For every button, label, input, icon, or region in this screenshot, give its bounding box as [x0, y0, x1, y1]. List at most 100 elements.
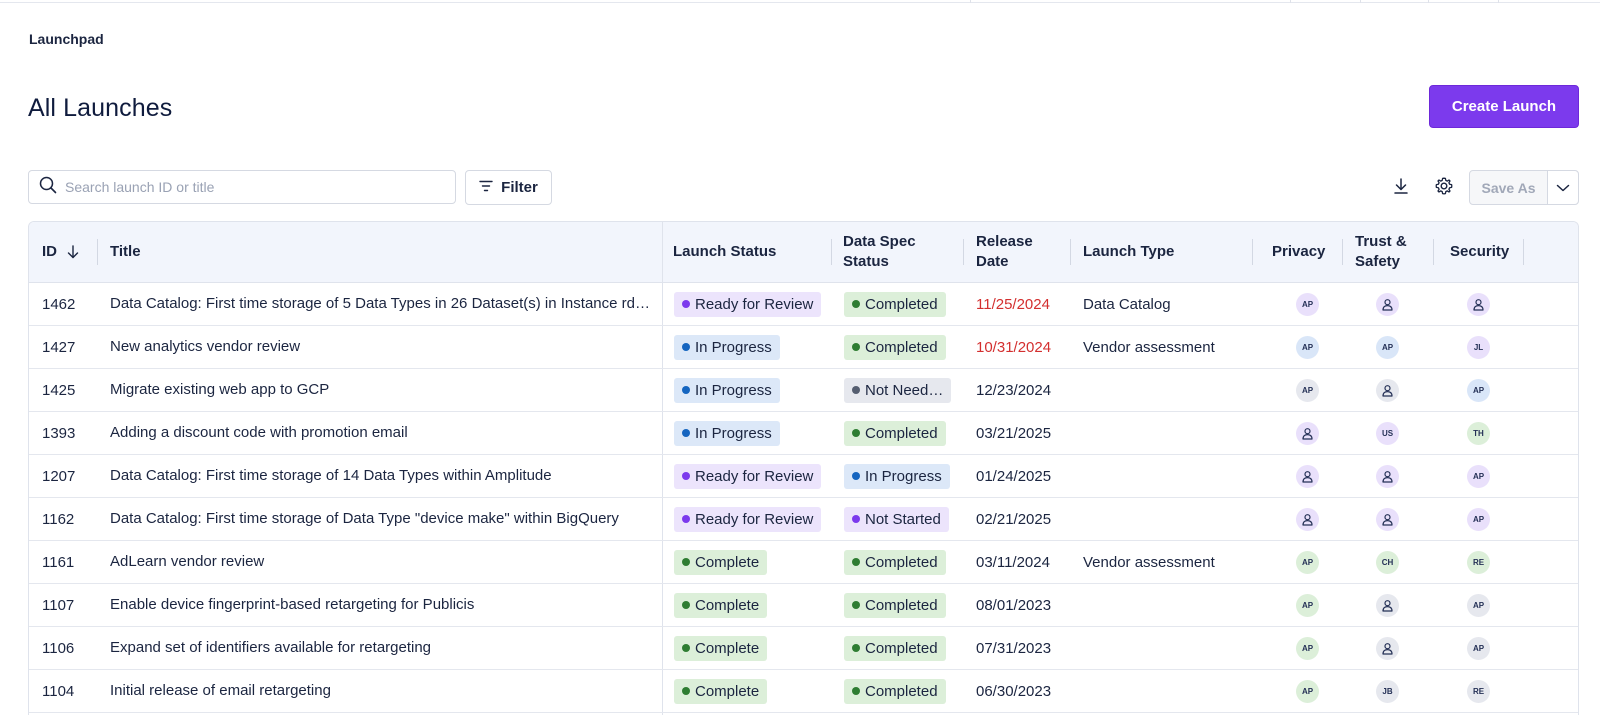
launch-id[interactable]: 1161: [42, 541, 74, 583]
launch-status-badge[interactable]: Complete: [674, 678, 768, 704]
launch-status-badge[interactable]: Complete: [674, 549, 768, 575]
release-date: 10/31/2024: [976, 338, 1052, 356]
search-box[interactable]: [28, 170, 456, 204]
column-header-trust-safety[interactable]: Trust & Safety: [1355, 222, 1407, 282]
privacy-reviewer-avatar[interactable]: AP: [1296, 293, 1319, 316]
privacy-reviewer-avatar[interactable]: AP: [1296, 637, 1319, 660]
data-spec-status-badge[interactable]: In Progress: [844, 463, 950, 489]
trust-safety-reviewer-avatar[interactable]: US: [1376, 422, 1399, 445]
launch-id[interactable]: 1104: [42, 670, 74, 712]
filter-button[interactable]: Filter: [465, 170, 552, 205]
launch-id[interactable]: 1207: [42, 455, 75, 497]
launch-status-badge[interactable]: In Progress: [674, 420, 780, 446]
launch-title[interactable]: Data Catalog: First time storage of 5 Da…: [110, 283, 650, 325]
security-reviewer-avatar[interactable]: RE: [1467, 680, 1490, 703]
table-row[interactable]: 1162 Data Catalog: First time storage of …: [29, 498, 1578, 541]
launch-title[interactable]: Expand set of identifiers available for …: [110, 627, 650, 669]
security-reviewer-avatar[interactable]: AP: [1467, 465, 1490, 488]
security-reviewer-avatar[interactable]: AP: [1467, 637, 1490, 660]
launch-title[interactable]: Adding a discount code with promotion em…: [110, 412, 650, 454]
table-row[interactable]: 1462 Data Catalog: First time storage of …: [29, 283, 1578, 326]
trust-safety-reviewer-avatar[interactable]: [1376, 379, 1399, 402]
trust-safety-reviewer-avatar[interactable]: AP: [1376, 336, 1399, 359]
data-spec-status-badge[interactable]: Completed: [844, 635, 946, 661]
launch-status-badge[interactable]: Ready for Review: [674, 506, 822, 532]
launch-title[interactable]: Data Catalog: First time storage of Data…: [110, 498, 650, 540]
column-header-release-date[interactable]: Release Date: [976, 222, 1033, 282]
data-spec-status-badge[interactable]: Not Need…: [844, 377, 952, 403]
security-reviewer-avatar[interactable]: RE: [1467, 551, 1490, 574]
table-row[interactable]: 1207 Data Catalog: First time storage of …: [29, 455, 1578, 498]
privacy-reviewer-avatar[interactable]: AP: [1296, 379, 1319, 402]
launch-status-badge[interactable]: In Progress: [674, 334, 780, 360]
download-button[interactable]: [1387, 174, 1415, 202]
column-header-data-spec-status[interactable]: Data Spec Status: [843, 222, 916, 282]
launch-id[interactable]: 1393: [42, 412, 75, 454]
launch-status-badge[interactable]: Complete: [674, 635, 768, 661]
trust-safety-reviewer-avatar[interactable]: [1376, 594, 1399, 617]
data-spec-status-badge[interactable]: Completed: [844, 334, 946, 360]
table-row[interactable]: 1106 Expand set of identifiers available …: [29, 627, 1578, 670]
data-spec-status-badge[interactable]: Not Started: [844, 506, 949, 532]
security-reviewer-avatar[interactable]: AP: [1467, 379, 1490, 402]
column-header-title[interactable]: Title: [110, 222, 141, 282]
security-reviewer-avatar[interactable]: [1467, 293, 1490, 316]
settings-button[interactable]: [1430, 174, 1458, 202]
column-header-privacy[interactable]: Privacy: [1272, 222, 1325, 282]
data-spec-status-badge[interactable]: Completed: [844, 291, 946, 317]
save-as-button[interactable]: Save As: [1470, 171, 1548, 204]
launch-status-badge[interactable]: Ready for Review: [674, 291, 822, 317]
security-reviewer-avatar[interactable]: JL: [1467, 336, 1490, 359]
trust-safety-reviewer-avatar[interactable]: [1376, 293, 1399, 316]
launch-title[interactable]: Enable device fingerprint-based retarget…: [110, 584, 650, 626]
privacy-reviewer-avatar[interactable]: [1296, 422, 1319, 445]
trust-safety-reviewer-avatar[interactable]: [1376, 637, 1399, 660]
column-header-launch-type[interactable]: Launch Type: [1083, 222, 1174, 282]
launch-title[interactable]: AdLearn vendor review: [110, 541, 650, 583]
data-spec-status-badge[interactable]: Completed: [844, 678, 946, 704]
security-reviewer-avatar[interactable]: TH: [1467, 422, 1490, 445]
data-spec-status-badge[interactable]: Completed: [844, 420, 946, 446]
trust-safety-reviewer-avatar[interactable]: [1376, 508, 1399, 531]
trust-safety-reviewer-avatar[interactable]: CH: [1376, 551, 1399, 574]
privacy-reviewer-avatar[interactable]: [1296, 508, 1319, 531]
table-row[interactable]: 1161 AdLearn vendor review Complete Complet…: [29, 541, 1578, 584]
search-input[interactable]: [65, 179, 435, 195]
launch-title[interactable]: Migrate existing web app to GCP: [110, 369, 650, 411]
privacy-reviewer-avatar[interactable]: AP: [1296, 680, 1319, 703]
launch-id[interactable]: 1106: [42, 627, 74, 669]
launch-id[interactable]: 1462: [42, 283, 75, 325]
launch-id[interactable]: 1162: [42, 498, 74, 540]
launch-title[interactable]: Data Catalog: First time storage of 14 D…: [110, 455, 650, 497]
table-row[interactable]: 1107 Enable device fingerprint-based reta…: [29, 584, 1578, 627]
create-launch-button[interactable]: Create Launch: [1429, 85, 1579, 128]
column-header-security[interactable]: Security: [1450, 222, 1509, 282]
sort-descending-icon[interactable]: [67, 245, 79, 259]
security-reviewer-avatar[interactable]: AP: [1467, 594, 1490, 617]
launch-title[interactable]: New analytics vendor review: [110, 326, 650, 368]
breadcrumb[interactable]: Launchpad: [29, 31, 104, 47]
trust-safety-reviewer-avatar[interactable]: [1376, 465, 1399, 488]
privacy-reviewer-avatar[interactable]: AP: [1296, 594, 1319, 617]
data-spec-status-badge[interactable]: Completed: [844, 549, 946, 575]
launch-id[interactable]: 1425: [42, 369, 75, 411]
launch-id[interactable]: 1107: [42, 584, 74, 626]
launch-status-badge[interactable]: Complete: [674, 592, 768, 618]
launch-id[interactable]: 1427: [42, 326, 75, 368]
trust-safety-reviewer-avatar[interactable]: JB: [1376, 680, 1399, 703]
table-row[interactable]: 1425 Migrate existing web app to GCP In Pr…: [29, 369, 1578, 412]
security-reviewer-avatar[interactable]: AP: [1467, 508, 1490, 531]
privacy-reviewer-avatar[interactable]: AP: [1296, 551, 1319, 574]
table-row[interactable]: 1393 Adding a discount code with promotio…: [29, 412, 1578, 455]
privacy-reviewer-avatar[interactable]: AP: [1296, 336, 1319, 359]
launch-title[interactable]: Initial release of email retargeting: [110, 670, 650, 712]
save-as-dropdown[interactable]: [1548, 171, 1578, 204]
table-row[interactable]: 1427 New analytics vendor review In Progre…: [29, 326, 1578, 369]
column-header-id[interactable]: ID: [42, 222, 79, 282]
data-spec-status-badge[interactable]: Completed: [844, 592, 946, 618]
table-row[interactable]: 1104 Initial release of email retargeting…: [29, 670, 1578, 713]
launch-status-badge[interactable]: Ready for Review: [674, 463, 822, 489]
privacy-reviewer-avatar[interactable]: [1296, 465, 1319, 488]
column-header-launch-status[interactable]: Launch Status: [673, 222, 776, 282]
launch-status-badge[interactable]: In Progress: [674, 377, 780, 403]
